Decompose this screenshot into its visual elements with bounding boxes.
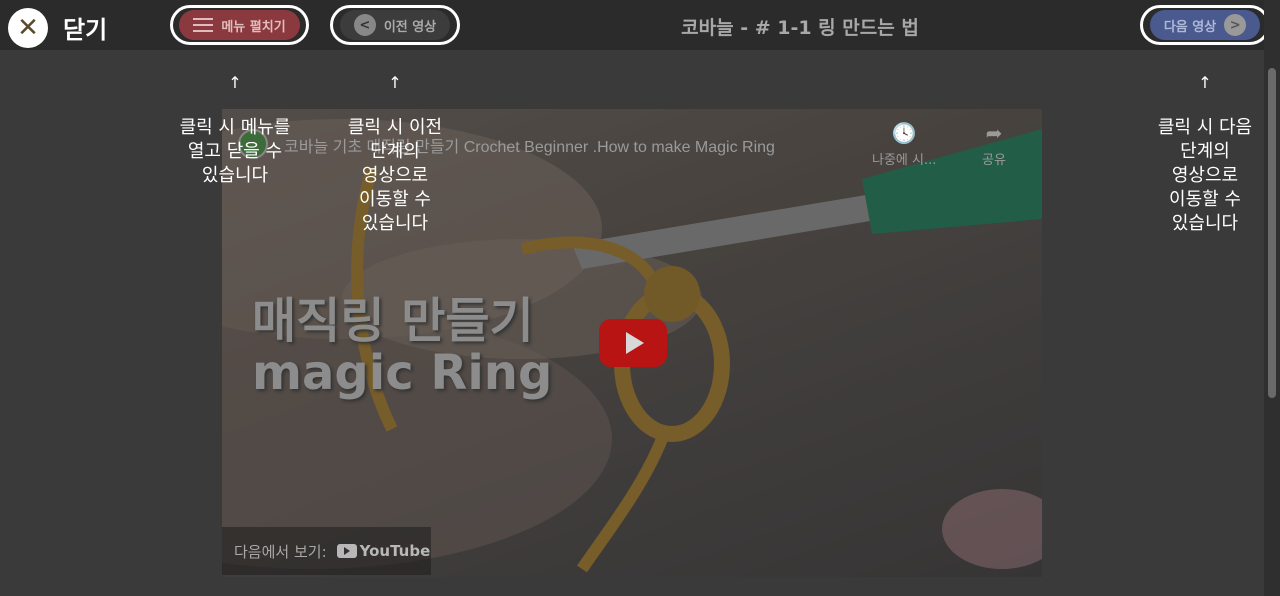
next-hint: ↑ 클릭 시 다음 단계의 영상으로 이동할 수 있습니다 xyxy=(1140,50,1270,236)
share-label: 공유 xyxy=(982,153,1006,168)
next-video-button[interactable]: 다음 영상 > xyxy=(1140,5,1270,45)
video-overlay-title-en: magic Ring xyxy=(252,345,553,401)
menu-hint: ↑ 클릭 시 메뉴를 열고 닫을 수 있습니다 xyxy=(165,50,305,188)
menu-button-label: 메뉴 펼치기 xyxy=(221,19,286,35)
prev-video-button[interactable]: < 이전 영상 xyxy=(330,5,460,45)
watch-later-button[interactable]: 🕓 나중에 시... xyxy=(872,121,936,168)
up-arrow-icon: ↑ xyxy=(1198,73,1212,92)
top-bar: ✕ 닫기 메뉴 펼치기 < 이전 영상 코바늘 - # 1-1 링 만드는 법 … xyxy=(0,0,1270,50)
close-button[interactable]: ✕ xyxy=(8,8,48,48)
play-icon xyxy=(626,332,644,354)
watch-later-label: 나중에 시... xyxy=(872,153,937,168)
watch-on-label: 다음에서 보기: xyxy=(234,542,327,561)
watch-on-youtube[interactable]: 다음에서 보기: YouTube xyxy=(222,527,431,575)
prev-button-label: 이전 영상 xyxy=(383,19,437,35)
chevron-left-icon: < xyxy=(353,14,376,36)
page-title: 코바늘 - # 1-1 링 만드는 법 xyxy=(681,17,919,39)
up-arrow-icon: ↑ xyxy=(388,73,402,92)
share-button[interactable]: ➦ 공유 xyxy=(982,121,1006,168)
close-icon: ✕ xyxy=(17,13,39,43)
clock-icon: 🕓 xyxy=(891,121,917,145)
share-icon: ➦ xyxy=(985,121,1003,145)
prev-hint-text: 클릭 시 이전 단계의 영상으로 이동할 수 있습니다 xyxy=(347,117,443,234)
next-button-label: 다음 영상 xyxy=(1163,19,1217,35)
chevron-right-icon: > xyxy=(1224,14,1247,36)
prev-hint: ↑ 클릭 시 이전 단계의 영상으로 이동할 수 있습니다 xyxy=(330,50,460,236)
menu-hint-text: 클릭 시 메뉴를 열고 닫을 수 있습니다 xyxy=(179,117,291,186)
youtube-logo: YouTube xyxy=(336,542,430,560)
hamburger-icon xyxy=(193,18,214,32)
next-hint-text: 클릭 시 다음 단계의 영상으로 이동할 수 있습니다 xyxy=(1157,117,1253,234)
play-button[interactable] xyxy=(599,319,667,367)
up-arrow-icon: ↑ xyxy=(228,73,242,92)
video-overlay-title-ko: 매직링 만들기 xyxy=(252,293,534,349)
close-label[interactable]: 닫기 xyxy=(63,10,107,45)
menu-toggle-button[interactable]: 메뉴 펼치기 xyxy=(170,5,309,45)
